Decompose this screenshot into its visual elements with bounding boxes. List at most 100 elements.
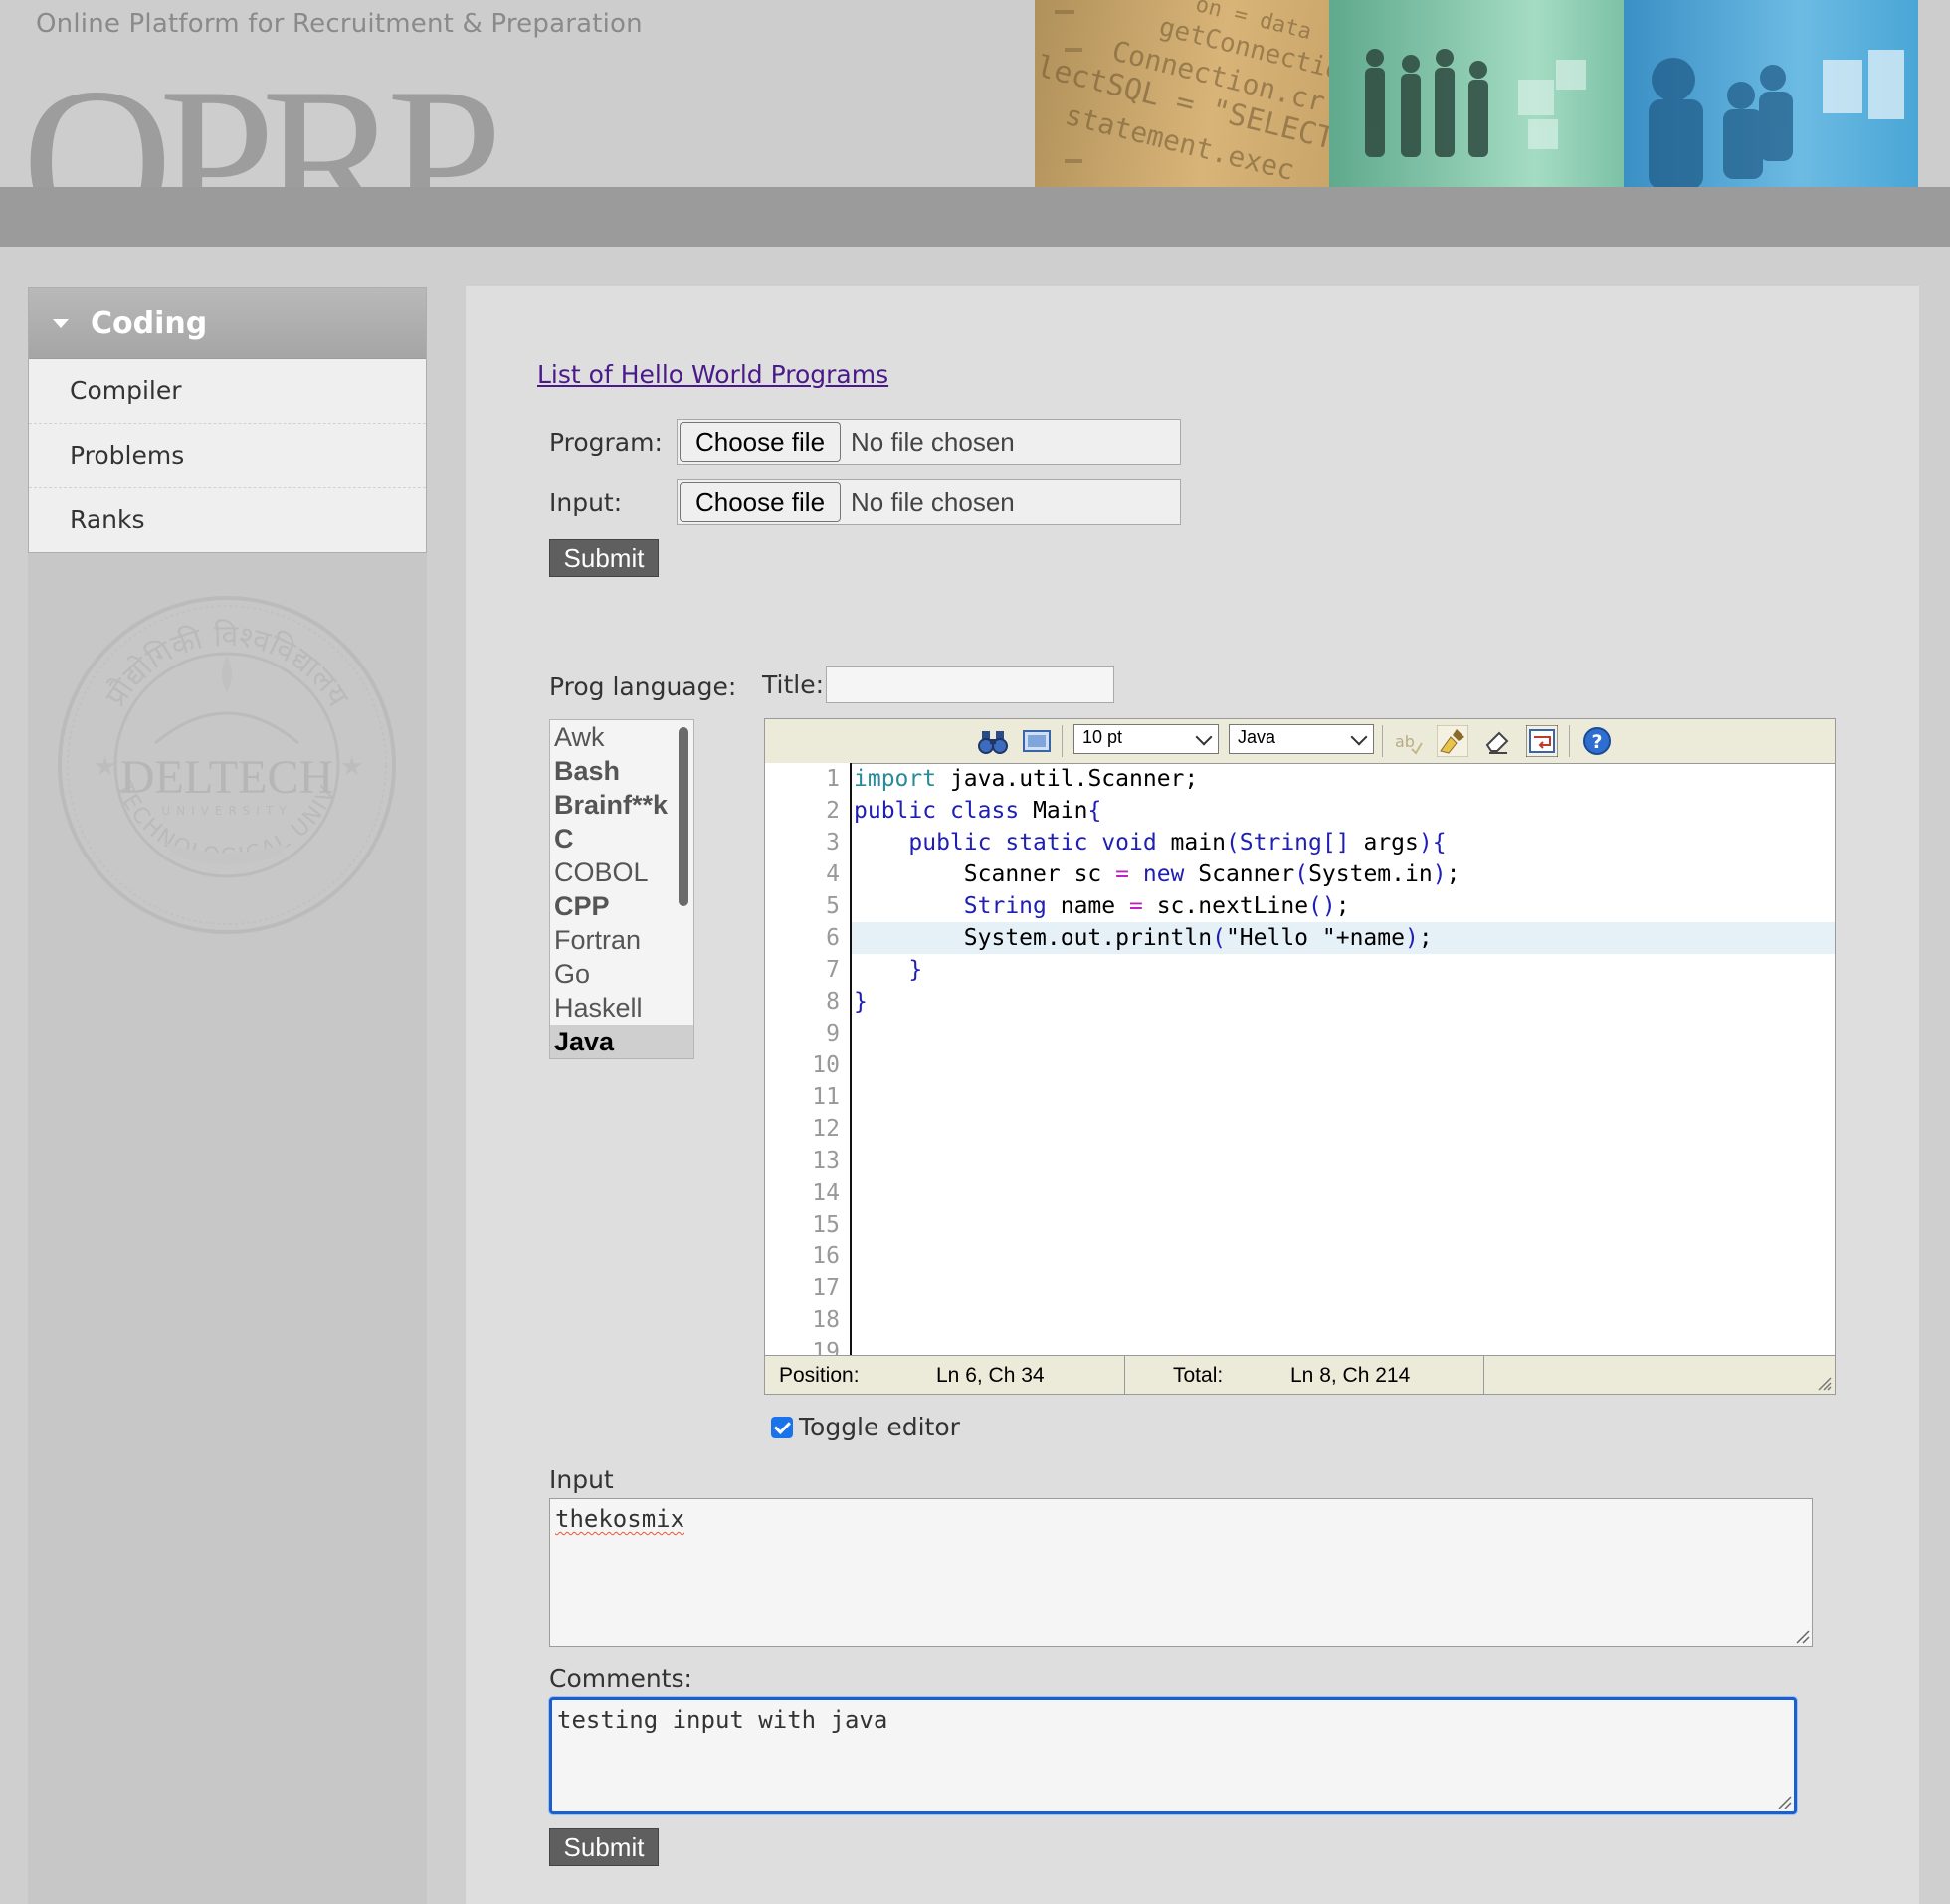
chevron-down-icon	[1195, 728, 1213, 746]
menu-header-coding[interactable]: Coding	[29, 288, 426, 359]
language-option[interactable]: Fortran	[550, 923, 693, 957]
highlight-brush-icon[interactable]	[1437, 725, 1468, 757]
code-line[interactable]: }	[852, 954, 1835, 986]
language-option[interactable]: Awk	[550, 720, 693, 754]
file-submit-button[interactable]: Submit	[549, 539, 659, 577]
banner-team-image	[1329, 0, 1624, 187]
line-number: 2	[826, 798, 840, 824]
svg-text:★: ★	[340, 751, 363, 781]
input-label: Input:	[549, 488, 623, 517]
editor-toolbar: 10 pt Java ab ?	[765, 719, 1835, 764]
toolbar-separator	[1062, 725, 1063, 757]
line-number: 10	[812, 1052, 840, 1078]
input-file-input[interactable]: Choose file No file chosen	[677, 479, 1181, 525]
code-line-current[interactable]: System.out.println("Hello "+name);	[852, 922, 1835, 954]
toolbar-separator	[1569, 725, 1570, 757]
language-option[interactable]: CPP	[550, 889, 693, 923]
program-choose-file-button[interactable]: Choose file	[680, 422, 841, 462]
title-input[interactable]	[826, 666, 1114, 703]
line-number: 12	[812, 1116, 840, 1142]
main-submit-button[interactable]: Submit	[549, 1828, 659, 1866]
hello-world-programs-link[interactable]: List of Hello World Programs	[537, 360, 888, 389]
font-size-select[interactable]: 10 pt	[1073, 724, 1219, 754]
line-number: 1	[826, 766, 840, 792]
program-file-status: No file chosen	[851, 427, 1015, 457]
language-option[interactable]: Go	[550, 957, 693, 991]
line-number: 17	[812, 1275, 840, 1301]
code-area[interactable]: import java.util.Scanner; public class M…	[852, 763, 1835, 1358]
language-option[interactable]: C	[550, 822, 693, 856]
nav-bar	[0, 187, 1950, 247]
svg-text:DELTECH: DELTECH	[120, 751, 333, 804]
sidebar-menu: Coding Compiler Problems Ranks	[28, 287, 427, 553]
input-textarea[interactable]: thekosmix	[549, 1498, 1813, 1647]
resize-grip-icon[interactable]	[1815, 1374, 1833, 1392]
sidebar-item-compiler[interactable]: Compiler	[29, 359, 426, 424]
status-separator	[1483, 1356, 1484, 1394]
svg-text:UNIVERSITY: UNIVERSITY	[161, 804, 292, 818]
toggle-editor-checkbox[interactable]	[771, 1416, 793, 1438]
code-editor[interactable]: 10 pt Java ab ? 1 2 3 4 5 6 7 8 9 10 11 …	[764, 718, 1836, 1395]
syntax-select[interactable]: Java	[1229, 724, 1374, 754]
code-line[interactable]: }	[852, 986, 1835, 1018]
code-line[interactable]: public class Main{	[852, 795, 1835, 827]
code-line[interactable]: public static void main(String[] args){	[852, 827, 1835, 858]
line-number: 16	[812, 1243, 840, 1269]
language-option[interactable]: Brainf**k	[550, 788, 693, 822]
svg-text:OPRP: OPRP	[28, 56, 495, 187]
fullscreen-icon[interactable]	[1021, 725, 1053, 757]
comments-label: Comments:	[549, 1664, 692, 1693]
page-header: Online Platform for Recruitment & Prepar…	[0, 0, 1950, 187]
prog-language-label: Prog language:	[549, 672, 737, 701]
word-wrap-icon[interactable]	[1526, 725, 1558, 757]
help-icon[interactable]: ?	[1581, 725, 1613, 757]
language-option[interactable]: Bash	[550, 754, 693, 788]
total-value: Ln 8, Ch 214	[1290, 1364, 1411, 1387]
input-choose-file-button[interactable]: Choose file	[680, 482, 841, 522]
resize-grip-icon[interactable]	[1776, 1794, 1792, 1809]
line-number: 9	[826, 1021, 840, 1047]
svg-text:ab: ab	[1395, 732, 1415, 751]
status-separator	[1124, 1356, 1125, 1394]
code-line[interactable]: import java.util.Scanner;	[852, 763, 1835, 795]
chevron-down-icon	[1350, 728, 1368, 746]
binoculars-search-icon[interactable]	[977, 725, 1009, 757]
line-number: 13	[812, 1148, 840, 1174]
toggle-editor[interactable]: Toggle editor	[771, 1413, 960, 1441]
language-option[interactable]: Haskell	[550, 991, 693, 1025]
sidebar-item-ranks[interactable]: Ranks	[29, 488, 426, 552]
university-seal: प्रौद्योगिकी विश्वविद्यालय DELHI TECHNOL…	[56, 594, 396, 934]
editor-status-bar: Position: Ln 6, Ch 34 Total: Ln 8, Ch 21…	[765, 1355, 1835, 1394]
site-logo[interactable]: OPRP	[28, 56, 585, 187]
input-section-label: Input	[549, 1465, 614, 1494]
program-file-input[interactable]: Choose file No file chosen	[677, 419, 1181, 465]
svg-text:?: ?	[1591, 731, 1602, 753]
sidebar: Coding Compiler Problems Ranks प्रौद्योग…	[28, 287, 427, 1904]
language-list-scrollbar[interactable]	[679, 727, 688, 906]
position-label: Position:	[779, 1364, 860, 1387]
line-number: 3	[826, 830, 840, 856]
total-label: Total:	[1173, 1364, 1224, 1387]
title-label: Title:	[762, 670, 824, 699]
eraser-icon[interactable]	[1481, 725, 1513, 757]
line-number: 11	[812, 1084, 840, 1110]
code-line[interactable]: String name = sc.nextLine();	[852, 890, 1835, 922]
language-option[interactable]: COBOL	[550, 856, 693, 889]
code-line[interactable]: Scanner sc = new Scanner(System.in);	[852, 858, 1835, 890]
spellcheck-icon[interactable]: ab	[1392, 725, 1424, 757]
resize-grip-icon[interactable]	[1794, 1628, 1810, 1644]
toolbar-separator	[1382, 725, 1383, 757]
menu-title: Coding	[91, 305, 208, 341]
sidebar-item-problems[interactable]: Problems	[29, 424, 426, 488]
language-select-list[interactable]: Awk Bash Brainf**k C COBOL CPP Fortran G…	[549, 719, 694, 1059]
svg-text:★: ★	[94, 751, 116, 781]
line-number-gutter: 1 2 3 4 5 6 7 8 9 10 11 12 13 14 15 16 1…	[765, 763, 852, 1358]
language-option-selected[interactable]: Java	[550, 1025, 693, 1058]
comments-textarea[interactable]: testing input with java	[549, 1697, 1797, 1814]
line-number: 18	[812, 1307, 840, 1333]
site-tagline: Online Platform for Recruitment & Prepar…	[36, 9, 643, 39]
toggle-editor-label: Toggle editor	[799, 1413, 960, 1441]
banner-office-image	[1624, 0, 1918, 187]
banner-code-image: on = data getConnection Connection.cr le…	[1035, 0, 1329, 187]
line-number: 4	[826, 861, 840, 887]
